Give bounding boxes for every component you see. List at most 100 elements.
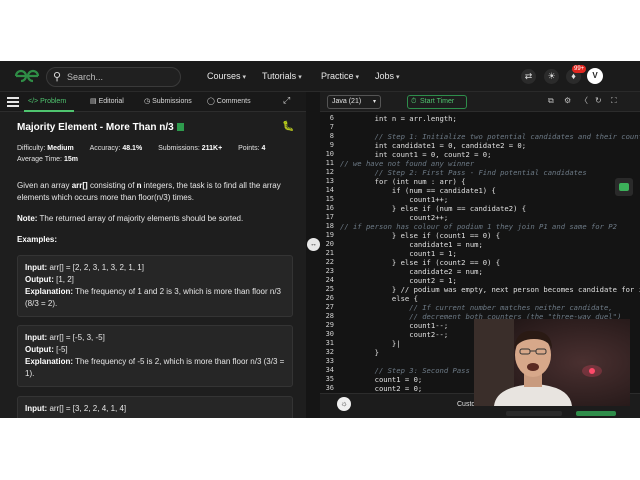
code-line: count1 = 0; — [340, 375, 423, 384]
note-label: Note: — [17, 214, 38, 223]
line-number: 25 — [325, 285, 334, 293]
nav-practice[interactable]: Practice ▾ — [321, 71, 359, 83]
tab-submissions-label: Submissions — [152, 98, 192, 105]
chevron-down-icon: ▾ — [396, 74, 400, 81]
editor-toolbar: Java (21) ▾ ⏱ Start Timer ⧉ ⚙ 〈 ↻ ⛶ — [320, 92, 640, 112]
fullscreen-icon[interactable]: ⛶ — [611, 96, 617, 106]
search-input[interactable]: ⚲ Search... — [46, 67, 181, 87]
points-label: Points: — [238, 145, 260, 152]
code-line: // Step 2: First Pass - Find potential c… — [340, 168, 587, 177]
code-line: count2 = 1; — [340, 276, 457, 285]
example-output: Output: [-5] — [25, 344, 285, 356]
code-line: candidate1 = num; — [340, 240, 483, 249]
gfg-logo-icon[interactable] — [12, 68, 42, 84]
hamburger-menu-icon[interactable] — [7, 97, 19, 107]
output-value: [-5] — [53, 345, 68, 354]
output-label: Output: — [25, 275, 54, 284]
tab-problem[interactable]: </> Problem — [28, 97, 66, 106]
code-line: } else if (count2 == 0) { — [340, 258, 501, 267]
timer-icon: ⏱ — [411, 98, 417, 105]
code-line: count2++; — [340, 213, 449, 222]
desc-arr: arr[] — [71, 181, 88, 190]
nav-jobs[interactable]: Jobs ▾ — [375, 71, 400, 83]
examples-heading: Examples: — [17, 235, 58, 244]
example-explanation: Explanation: The frequency of 1 and 2 is… — [25, 286, 285, 310]
nav-courses-label: Courses — [207, 71, 241, 81]
line-number: 31 — [325, 339, 334, 347]
line-number: 29 — [325, 321, 334, 329]
line-number: 20 — [325, 240, 334, 248]
code-icon[interactable]: 〈 — [580, 96, 588, 106]
webcam-overlay — [474, 319, 630, 406]
nav-courses[interactable]: Courses ▾ — [207, 71, 246, 83]
code-line: // If current number matches neither can… — [340, 303, 613, 312]
resize-handle-icon[interactable]: ↔ — [307, 238, 320, 251]
submit-button[interactable] — [576, 411, 616, 416]
code-line: // Step 3: Second Pass — [340, 366, 470, 375]
input-label: Input: — [25, 404, 48, 413]
line-number: 35 — [325, 375, 334, 383]
line-number: 11 — [325, 159, 334, 167]
difficulty-value: Medium — [47, 145, 74, 152]
code-line: int n = arr.length; — [340, 114, 457, 123]
bug-report-icon[interactable]: 🐛 — [282, 121, 294, 132]
tab-editorial[interactable]: ▤ Editorial — [90, 97, 124, 106]
start-timer-button[interactable]: ⏱ Start Timer — [407, 95, 467, 109]
code-line: if (num == candidate1) { — [340, 186, 496, 195]
input-value: arr[] = [-5, 3, -5] — [47, 333, 105, 342]
translate-icon[interactable]: ⇄ — [521, 69, 536, 84]
hint-bulb-icon[interactable]: ☼ — [337, 397, 351, 411]
submissions-value: 211K+ — [201, 145, 223, 152]
compile-run-button[interactable] — [506, 411, 562, 416]
problem-description: Given an array arr[] consisting of n int… — [17, 180, 292, 204]
nav-tutorials[interactable]: Tutorials ▾ — [262, 71, 302, 83]
line-number: 8 — [329, 132, 334, 140]
accuracy-label: Accuracy: — [89, 145, 121, 152]
example-input: Input: arr[] = [3, 2, 2, 4, 1, 4] — [25, 403, 285, 415]
tab-problem-label: Problem — [40, 98, 67, 105]
theme-toggle-icon[interactable]: ☀ — [544, 69, 559, 84]
example-input: Input: arr[] = [-5, 3, -5] — [25, 332, 285, 344]
app-frame: ⚲ Search... Courses ▾ Tutorials ▾ Practice… — [0, 61, 640, 418]
bookmark-icon[interactable] — [176, 123, 184, 131]
timer-label: Start Timer — [420, 98, 455, 105]
line-number: 13 — [325, 177, 334, 185]
code-line: // we have not found any winner — [340, 159, 475, 168]
line-number: 17 — [325, 213, 334, 221]
language-value: Java (21) — [332, 98, 362, 105]
code-line: int candidate1 = 0, candidate2 = 0; — [340, 141, 527, 150]
line-number: 34 — [325, 366, 334, 374]
reset-icon[interactable]: ↻ — [595, 96, 602, 106]
chevron-down-icon: ▾ — [242, 74, 247, 81]
chat-icon[interactable] — [615, 178, 633, 196]
example-input: Input: arr[] = [2, 2, 3, 1, 3, 2, 1, 1] — [25, 262, 285, 274]
avg-time-label: Average Time: — [17, 156, 63, 163]
code-line: // if person has colour of podium 1 they… — [340, 222, 617, 231]
code-line: count2 = 0; — [340, 384, 423, 393]
example-box: Input: arr[] = [3, 2, 2, 4, 1, 4] — [17, 396, 293, 418]
input-label: Input: — [25, 333, 48, 342]
problem-tabs: </> Problem ▤ Editorial ◷ Submissions ◯ … — [0, 92, 306, 112]
line-number: 36 — [325, 384, 334, 392]
example-explanation: Explanation: The frequency of -5 is 2, w… — [25, 356, 285, 380]
avatar[interactable]: V — [587, 68, 603, 84]
copy-icon[interactable]: ⧉ — [548, 96, 554, 106]
code-line: }| — [340, 339, 401, 348]
nav-tutorials-label: Tutorials — [262, 71, 297, 81]
settings-icon[interactable]: ⚙ — [564, 96, 571, 106]
active-tab-indicator — [24, 110, 74, 112]
line-number: 19 — [325, 231, 334, 239]
tab-submissions[interactable]: ◷ Submissions — [144, 97, 192, 106]
line-number: 28 — [325, 312, 334, 320]
problem-title-text: Majority Element - More Than n/3 — [17, 122, 174, 133]
line-number: 18 — [325, 222, 334, 230]
panel-divider[interactable] — [306, 92, 320, 418]
code-line: count1--; — [340, 321, 449, 330]
expand-icon[interactable]: ⤢ — [283, 95, 290, 106]
code-line: // Step 1: Initialize two potential cand… — [340, 132, 640, 141]
code-line: count1 = 1; — [340, 249, 457, 258]
tab-comments[interactable]: ◯ Comments — [207, 97, 251, 106]
language-select[interactable]: Java (21) ▾ — [327, 95, 381, 109]
avg-time-value: 15m — [63, 156, 78, 163]
input-label: Input: — [25, 263, 48, 272]
